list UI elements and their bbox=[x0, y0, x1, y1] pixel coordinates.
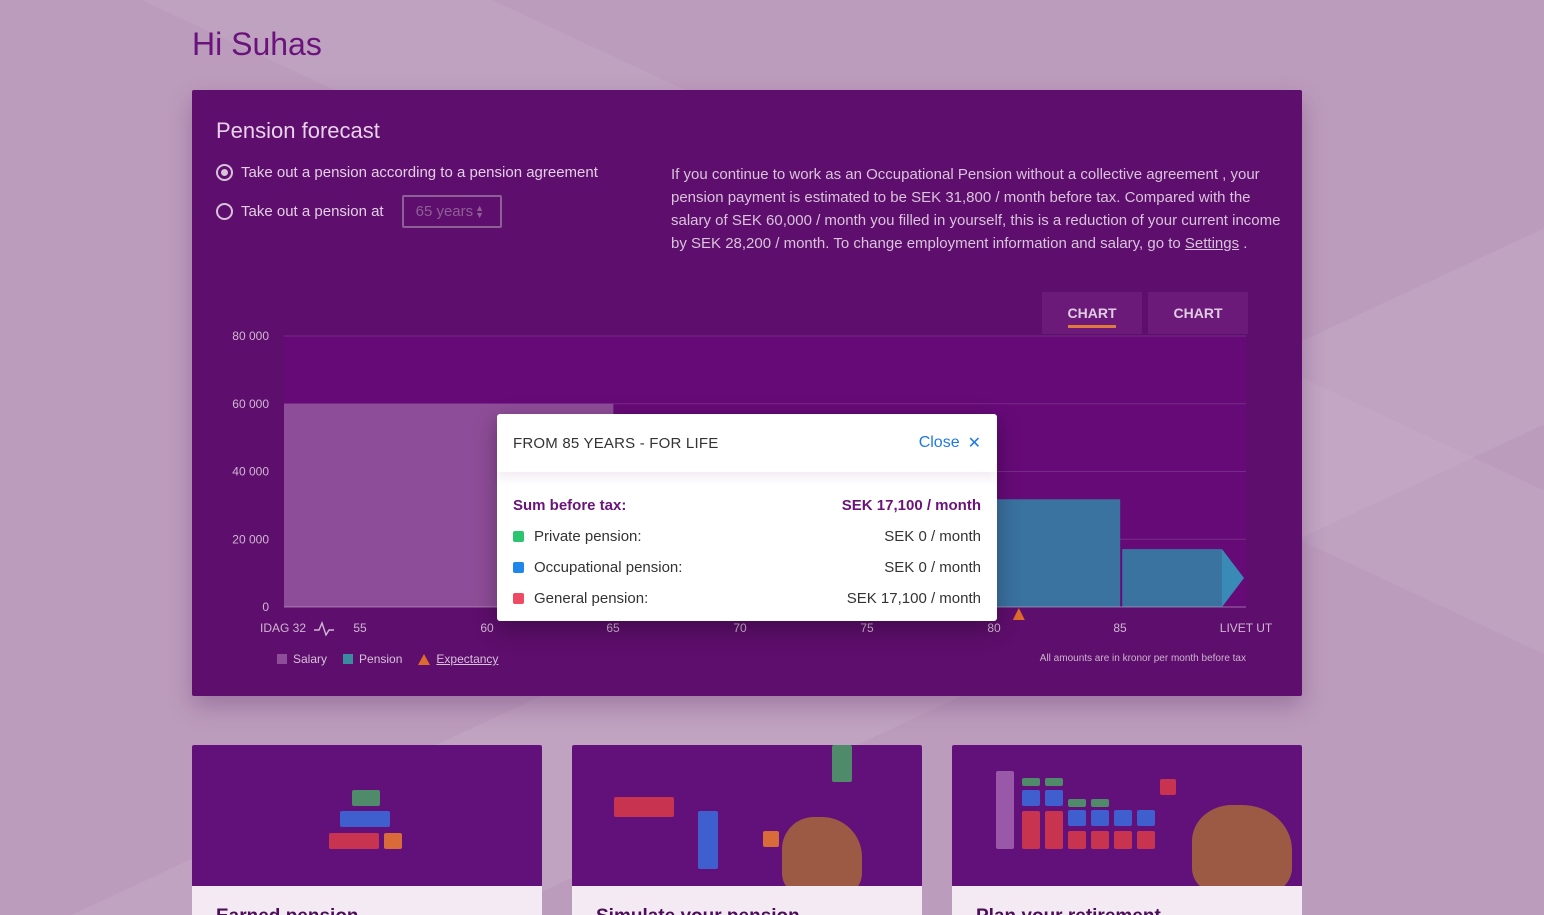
age-select[interactable]: 65 years ▲ ▼ bbox=[401, 195, 502, 228]
card-simulate-pension[interactable]: Simulate your pension bbox=[572, 745, 922, 915]
sum-row: Sum before tax: SEK 17,100 / month bbox=[513, 490, 981, 521]
x-tick-label: 85 bbox=[1113, 621, 1127, 635]
card-title: Pension forecast bbox=[216, 118, 380, 143]
sort-arrows-icon: ▲ ▼ bbox=[475, 202, 485, 220]
legend-pension: Pension bbox=[343, 652, 402, 666]
private-pension-value: SEK 0 / month bbox=[884, 528, 981, 545]
close-label: Close bbox=[918, 434, 960, 451]
y-tick-label: 20 000 bbox=[232, 532, 269, 546]
card-title: Earned pension bbox=[192, 886, 542, 915]
occupational-pension-dot-icon bbox=[513, 562, 524, 573]
legend-expectancy-link[interactable]: Expectancy bbox=[436, 652, 498, 666]
pulse-icon bbox=[314, 621, 334, 637]
option-pension-age[interactable]: Take out a pension at 65 years ▲ ▼ bbox=[216, 195, 502, 228]
x-tick-label: IDAG 32 bbox=[260, 621, 306, 635]
chart-legend: Salary Pension Expectancy bbox=[277, 652, 498, 666]
legend-pension-label: Pension bbox=[359, 652, 403, 666]
legend-salary-label: Salary bbox=[293, 652, 328, 666]
x-tick-label: 80 bbox=[987, 621, 1001, 635]
private-pension-dot-icon bbox=[513, 531, 524, 542]
private-pension-row: Private pension: SEK 0 / month bbox=[513, 521, 981, 552]
expectancy-triangle-icon bbox=[418, 653, 431, 665]
blocks-pyramid-illustration bbox=[192, 745, 542, 886]
option-agreement-label: Take out a pension according to a pensio… bbox=[241, 164, 598, 181]
legend-expectancy[interactable]: Expectancy bbox=[418, 652, 498, 666]
general-pension-row: General pension: SEK 17,100 / month bbox=[513, 583, 981, 614]
legend-salary: Salary bbox=[277, 652, 327, 666]
pension-swatch-icon bbox=[343, 654, 354, 664]
option-age-label: Take out a pension at bbox=[241, 203, 384, 220]
radio-checked-icon[interactable] bbox=[216, 164, 233, 181]
pension-bar bbox=[1122, 549, 1222, 607]
amounts-note: All amounts are in kronor per month befo… bbox=[1039, 653, 1246, 664]
occupational-pension-value: SEK 0 / month bbox=[884, 559, 981, 576]
description-end: . bbox=[1239, 235, 1248, 252]
option-pension-agreement[interactable]: Take out a pension according to a pensio… bbox=[216, 164, 598, 181]
x-tick-label: 65 bbox=[606, 621, 620, 635]
occupational-pension-row: Occupational pension: SEK 0 / month bbox=[513, 552, 981, 583]
y-tick-label: 60 000 bbox=[232, 397, 269, 411]
x-tick-label: 60 bbox=[480, 621, 494, 635]
general-pension-label: General pension: bbox=[534, 590, 649, 607]
popup-body: Sum before tax: SEK 17,100 / month Priva… bbox=[497, 472, 997, 614]
expectancy-marker bbox=[1012, 608, 1025, 620]
card-earned-pension[interactable]: Earned pension bbox=[192, 745, 542, 915]
private-pension-label: Private pension: bbox=[534, 528, 642, 545]
x-tick-label: 70 bbox=[733, 621, 747, 635]
sum-label: Sum before tax: bbox=[513, 497, 627, 514]
card-title: Simulate your pension bbox=[572, 886, 922, 915]
y-tick-label: 80 000 bbox=[232, 329, 269, 343]
settings-link[interactable]: Settings bbox=[1185, 235, 1239, 252]
general-pension-dot-icon bbox=[513, 593, 524, 604]
y-tick-label: 40 000 bbox=[232, 465, 269, 479]
x-tick-label: 75 bbox=[860, 621, 874, 635]
age-select-value: 65 years bbox=[415, 203, 474, 220]
x-tick-label: LIVET UT bbox=[1220, 621, 1273, 635]
forecast-description: If you continue to work as an Occupation… bbox=[671, 163, 1281, 255]
sum-value: SEK 17,100 / month bbox=[841, 497, 981, 514]
y-tick-label: 0 bbox=[262, 600, 269, 614]
radio-unchecked-icon[interactable] bbox=[216, 203, 233, 220]
close-icon: ✕ bbox=[967, 435, 981, 452]
popup-title: FROM 85 YEARS - FOR LIFE bbox=[513, 434, 719, 452]
period-details-popup: FROM 85 YEARS - FOR LIFE Close ✕ Sum bef… bbox=[497, 414, 997, 621]
pension-bar bbox=[993, 499, 1121, 607]
occupational-pension-label: Occupational pension: bbox=[534, 559, 683, 576]
page-greeting: Hi Suhas bbox=[192, 26, 322, 62]
salary-swatch-icon bbox=[277, 654, 287, 664]
general-pension-value: SEK 17,100 / month bbox=[846, 590, 981, 607]
card-title: Plan your retirement bbox=[952, 886, 1302, 915]
card-plan-retirement[interactable]: Plan your retirement bbox=[952, 745, 1302, 915]
close-button[interactable]: Close ✕ bbox=[919, 433, 981, 453]
x-tick-label: 55 bbox=[353, 621, 367, 635]
popup-header: FROM 85 YEARS - FOR LIFE Close ✕ bbox=[497, 414, 997, 472]
blocks-graph-illustration bbox=[952, 745, 1302, 886]
blocks-hand-illustration bbox=[572, 745, 922, 886]
